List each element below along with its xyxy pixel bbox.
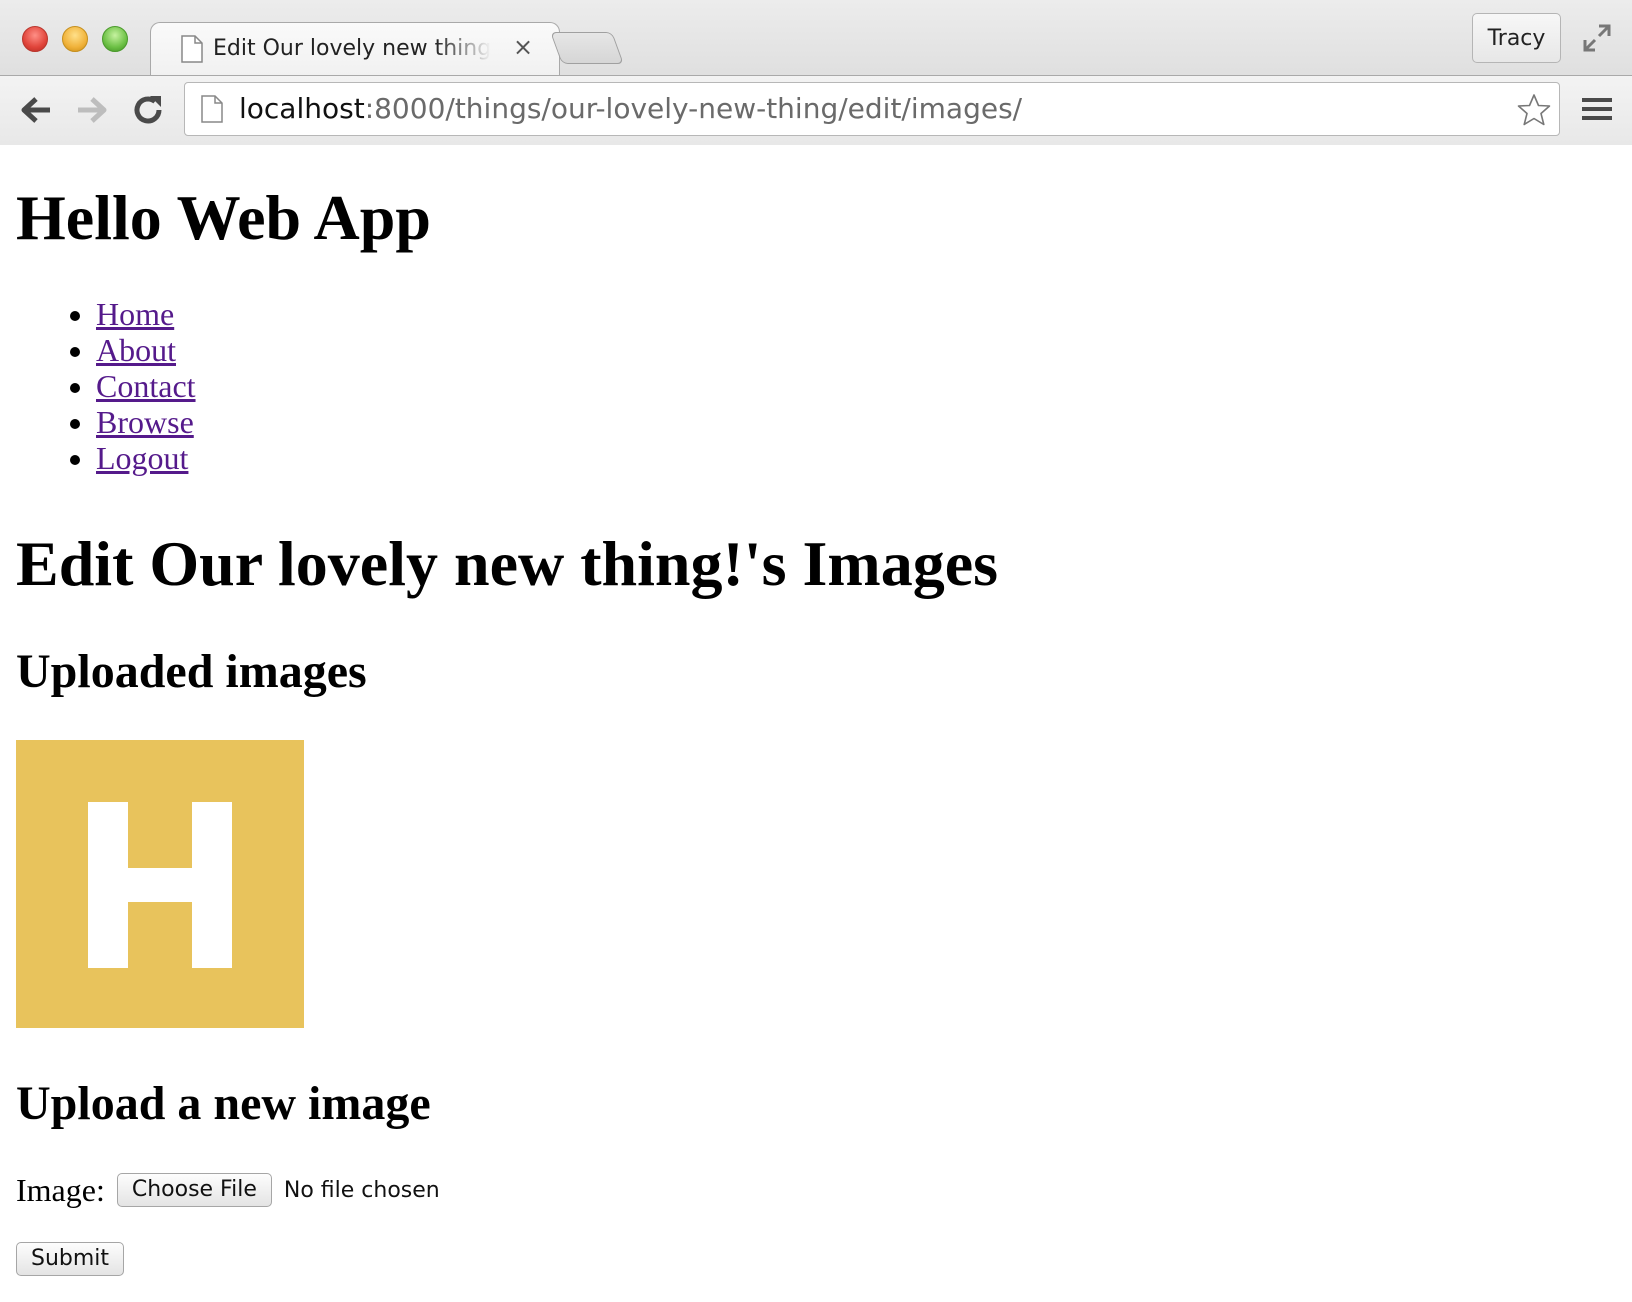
url-text: localhost:8000/things/our-lovely-new-thi… [239,83,1022,135]
browser-chrome: Edit Our lovely new thing!'s Images × Tr… [0,0,1632,145]
nav-item-logout: Logout [96,440,196,476]
file-status-text: No file chosen [283,1177,440,1203]
nav-link-home[interactable]: Home [96,296,174,332]
nav-item-browse: Browse [96,404,196,440]
fullscreen-icon[interactable] [1581,22,1613,54]
active-tab[interactable]: Edit Our lovely new thing!'s Images × [150,22,560,75]
tab-close-icon[interactable]: × [509,33,537,61]
minimize-window-button[interactable] [62,26,88,52]
nav-item-about: About [96,332,196,368]
toolbar: localhost:8000/things/our-lovely-new-thi… [0,75,1632,145]
menu-icon[interactable] [1580,92,1614,126]
profile-button[interactable]: Tracy [1472,13,1561,63]
tab-strip: Edit Our lovely new thing!'s Images × Tr… [0,0,1632,75]
nav-link-about[interactable]: About [96,332,176,368]
site-nav: Home About Contact Browse Logout [0,296,196,476]
page-content: Hello Web App Home About Contact Browse … [0,146,1632,1302]
zoom-window-button[interactable] [102,26,128,52]
uploaded-image-thumbnail [16,740,304,1028]
forward-arrow-icon[interactable] [72,90,112,130]
nav-link-browse[interactable]: Browse [96,404,194,440]
nav-item-home: Home [96,296,196,332]
page-icon [181,35,203,68]
star-icon[interactable] [1517,93,1551,132]
image-field-row: Image: Choose File No file chosen [16,1172,440,1208]
address-bar[interactable]: localhost:8000/things/our-lovely-new-thi… [184,82,1560,136]
new-tab-button[interactable] [550,32,624,64]
url-host: localhost [239,92,365,125]
reload-icon[interactable] [128,90,168,130]
choose-file-button[interactable]: Choose File [116,1173,272,1207]
image-field-label: Image: [16,1172,105,1208]
url-path: :8000/things/our-lovely-new-thing/edit/i… [364,92,1023,125]
tab-title: Edit Our lovely new thing!'s Images [213,36,491,61]
site-title: Hello Web App [16,182,431,253]
nav-link-logout[interactable]: Logout [96,440,188,476]
back-arrow-icon[interactable] [16,90,56,130]
submit-button[interactable]: Submit [16,1242,125,1276]
nav-item-contact: Contact [96,368,196,404]
close-window-button[interactable] [22,26,48,52]
nav-link-contact[interactable]: Contact [96,368,196,404]
upload-new-image-heading: Upload a new image [16,1077,431,1130]
page-title: Edit Our lovely new thing!'s Images [16,528,998,599]
uploaded-images-heading: Uploaded images [16,645,367,698]
page-icon [201,95,223,128]
